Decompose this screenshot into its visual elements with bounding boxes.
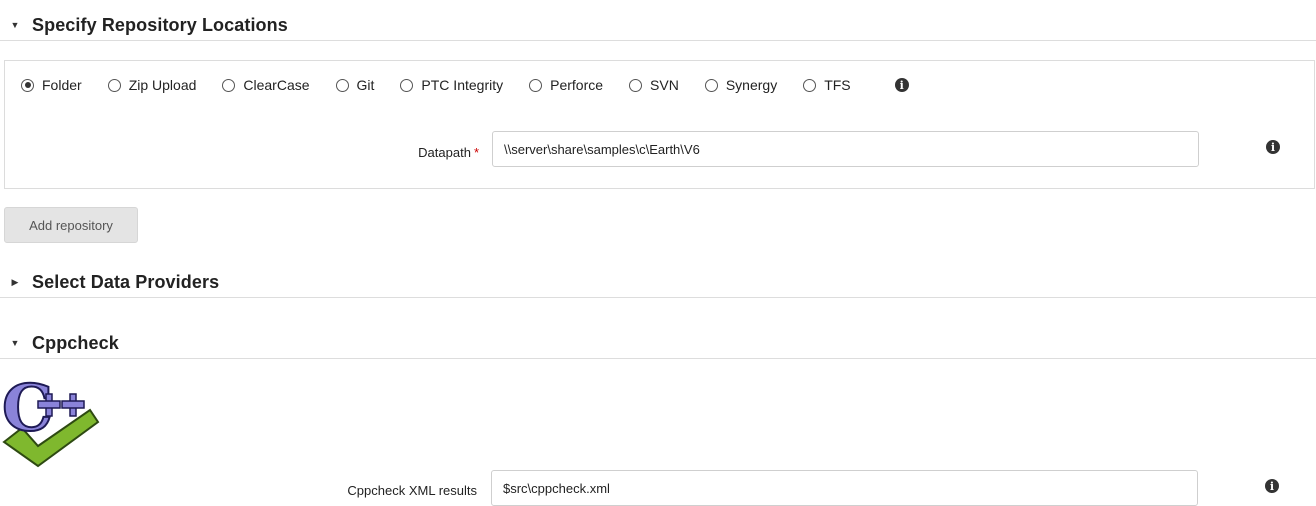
radio-label: PTC Integrity: [421, 77, 504, 93]
radio-label: ClearCase: [243, 77, 310, 93]
section-header-repository-locations[interactable]: ▼ Specify Repository Locations: [0, 10, 1316, 41]
cppcheck-xml-input[interactable]: [491, 470, 1198, 506]
repository-panel: Folder Zip Upload ClearCase Git PTC Inte…: [4, 60, 1315, 189]
caret-down-icon: ▼: [10, 20, 20, 30]
radio-label: Git: [356, 77, 375, 93]
radio-button-icon[interactable]: [529, 78, 543, 92]
datapath-label-text: Datapath: [418, 145, 471, 160]
radio-button-icon[interactable]: [400, 78, 414, 92]
radio-tfs[interactable]: TFS: [803, 77, 851, 93]
radio-label: Synergy: [725, 77, 778, 93]
add-repository-button[interactable]: Add repository: [4, 207, 138, 243]
radio-button-icon[interactable]: [335, 78, 349, 92]
radio-synergy[interactable]: Synergy: [704, 77, 778, 93]
datapath-label: Datapath *: [335, 145, 479, 160]
radio-button-icon[interactable]: [222, 78, 236, 92]
cppcheck-logo: C: [1, 370, 100, 468]
caret-right-icon: ▶: [11, 276, 19, 287]
radio-button-icon[interactable]: [704, 78, 718, 92]
radio-button-icon[interactable]: [803, 78, 817, 92]
radio-clearcase[interactable]: ClearCase: [222, 77, 310, 93]
required-marker: *: [473, 145, 479, 160]
radio-label: Zip Upload: [128, 77, 197, 93]
info-icon[interactable]: i: [894, 78, 909, 92]
section-header-data-providers[interactable]: ▶ Select Data Providers: [0, 267, 1316, 298]
radio-label: TFS: [824, 77, 851, 93]
radio-svn[interactable]: SVN: [629, 77, 679, 93]
radio-zip-upload[interactable]: Zip Upload: [107, 77, 197, 93]
repository-type-radio-group: Folder Zip Upload ClearCase Git PTC Inte…: [21, 77, 909, 93]
radio-button-icon[interactable]: [21, 78, 34, 92]
radio-button-icon[interactable]: [629, 78, 643, 92]
radio-folder[interactable]: Folder: [21, 77, 82, 93]
radio-git[interactable]: Git: [335, 77, 375, 93]
section-title: Specify Repository Locations: [32, 14, 288, 35]
section-title: Cppcheck: [32, 332, 119, 353]
radio-label: Folder: [42, 77, 82, 93]
radio-label: Perforce: [550, 77, 604, 93]
cppcheck-xml-label: Cppcheck XML results: [347, 483, 477, 498]
section-title: Select Data Providers: [32, 271, 220, 292]
radio-label: SVN: [650, 77, 679, 93]
info-icon[interactable]: i: [1265, 479, 1279, 493]
radio-button-icon[interactable]: [107, 78, 121, 92]
caret-down-icon: ▼: [10, 338, 20, 348]
radio-ptc-integrity[interactable]: PTC Integrity: [400, 77, 503, 93]
datapath-input[interactable]: [492, 131, 1199, 167]
radio-perforce[interactable]: Perforce: [529, 77, 603, 93]
section-header-cppcheck[interactable]: ▼ Cppcheck: [0, 328, 1316, 359]
info-icon[interactable]: i: [1266, 140, 1280, 154]
